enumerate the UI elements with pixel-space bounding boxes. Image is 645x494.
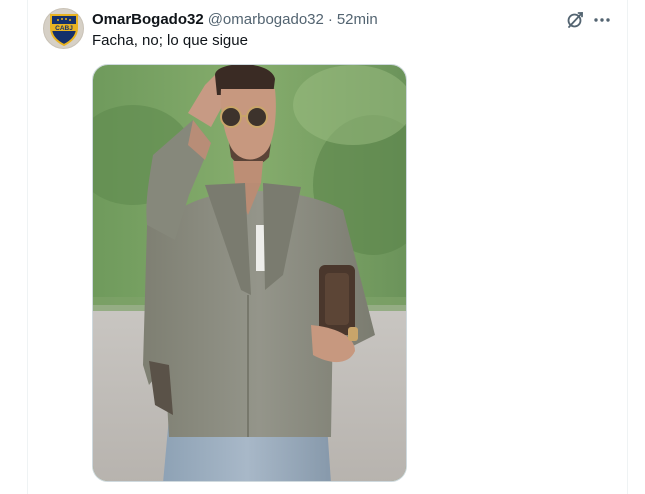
more-icon[interactable] bbox=[592, 10, 612, 30]
timeline-border-left bbox=[27, 0, 28, 494]
tweet-photo[interactable] bbox=[92, 64, 407, 482]
author-handle[interactable]: @omarbogado32 bbox=[208, 11, 324, 28]
tweet-timestamp[interactable]: 52min bbox=[337, 11, 378, 28]
tweet-header: OmarBogado32 @omarbogado32 · 52min bbox=[92, 10, 378, 28]
timeline-border-right bbox=[627, 0, 628, 494]
avatar[interactable]: CABJ bbox=[43, 8, 84, 49]
tweet-page: CABJ OmarBogado32 @omarbogado32 · 52min bbox=[0, 0, 645, 494]
author-display-name[interactable]: OmarBogado32 bbox=[92, 11, 204, 28]
avatar-badge-text: CABJ bbox=[55, 25, 73, 32]
grok-icon[interactable] bbox=[565, 10, 585, 30]
header-separator: · bbox=[327, 10, 333, 28]
photo-image bbox=[93, 65, 406, 481]
tweet-text: Facha, no; lo que sigue bbox=[92, 32, 248, 49]
club-crest-icon: CABJ bbox=[49, 13, 78, 46]
